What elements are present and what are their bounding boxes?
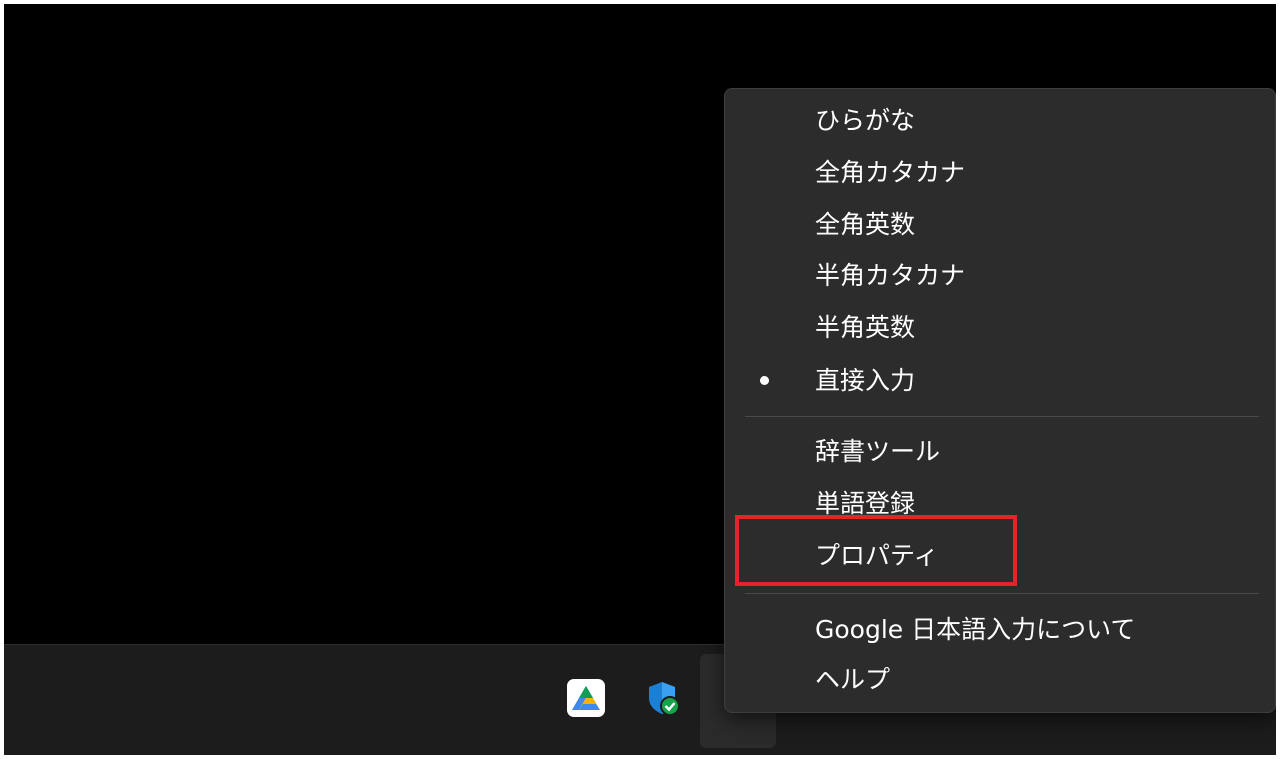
menu-item-label: ひらがな <box>815 106 916 135</box>
windows-security-icon[interactable] <box>642 678 682 718</box>
menu-item-direct-input[interactable]: 直接入力 <box>731 358 1269 404</box>
menu-item-label: 半角カタカナ <box>815 261 966 290</box>
menu-item-word-registration[interactable]: 単語登録 <box>731 481 1269 527</box>
menu-item-label: 直接入力 <box>815 366 916 395</box>
menu-item-label: 全角カタカナ <box>815 158 966 187</box>
google-drive-icon[interactable] <box>566 678 606 718</box>
menu-separator <box>745 593 1259 594</box>
menu-item-halfwidth-alphanumeric[interactable]: 半角英数 <box>731 305 1269 351</box>
menu-item-halfwidth-katakana[interactable]: 半角カタカナ <box>731 253 1269 299</box>
menu-item-label: プロパティ <box>815 541 939 570</box>
menu-separator <box>745 416 1259 417</box>
selected-bullet-icon <box>760 376 769 385</box>
menu-item-label: 半角英数 <box>815 313 916 342</box>
ime-context-menu: ひらがな 全角カタカナ 全角英数 半角カタカナ 半角英数 直接入力 辞書ツール … <box>724 88 1276 713</box>
menu-item-fullwidth-katakana[interactable]: 全角カタカナ <box>731 150 1269 196</box>
menu-item-label: ヘルプ <box>815 665 891 694</box>
desktop-screen: ひらがな 全角カタカナ 全角英数 半角カタカナ 半角英数 直接入力 辞書ツール … <box>4 4 1276 755</box>
menu-item-fullwidth-alphanumeric[interactable]: 全角英数 <box>731 202 1269 248</box>
menu-item-label: 辞書ツール <box>815 437 941 466</box>
menu-item-label: 全角英数 <box>815 210 916 239</box>
menu-item-hiragana[interactable]: ひらがな <box>731 98 1269 144</box>
menu-item-dictionary-tool[interactable]: 辞書ツール <box>731 429 1269 475</box>
menu-item-about[interactable]: Google 日本語入力について <box>731 607 1269 653</box>
menu-item-properties[interactable]: プロパティ <box>731 533 1269 579</box>
menu-item-label: Google 日本語入力について <box>815 615 1136 644</box>
menu-item-label: 単語登録 <box>815 489 916 518</box>
menu-item-help[interactable]: ヘルプ <box>731 657 1269 703</box>
